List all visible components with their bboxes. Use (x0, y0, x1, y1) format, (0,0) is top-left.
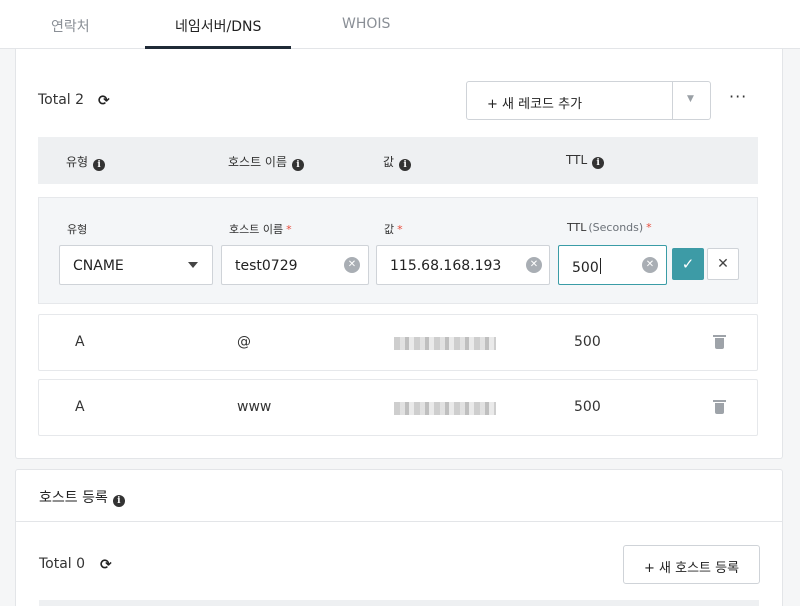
divider (16, 521, 782, 522)
refresh-icon[interactable]: ⟳ (98, 94, 112, 108)
host-input[interactable]: test0729 ✕ (221, 245, 369, 285)
trash-icon[interactable] (713, 400, 726, 414)
cancel-button[interactable]: ✕ (707, 248, 739, 280)
more-icon[interactable]: ··· (729, 89, 747, 105)
records-total: Total 2 (38, 92, 85, 108)
table-row: A www 500 (38, 379, 758, 436)
row-type: A (75, 334, 85, 350)
column-type: 유형 i (66, 153, 106, 171)
button-divider (672, 82, 673, 119)
add-host-label: + 새 호스트 등록 (644, 561, 740, 576)
chevron-down-icon (188, 262, 198, 268)
ttl-input[interactable]: 500 ✕ (558, 245, 667, 285)
record-edit-row: 유형 호스트 이름 * 값 * TTL (Seconds) * CNAME test07… (38, 197, 758, 304)
info-icon: i (592, 157, 605, 169)
info-icon: i (112, 495, 125, 507)
row-ttl: 500 (574, 399, 601, 415)
value-input-value: 115.68.168.193 (390, 258, 502, 274)
row-host: @ (237, 334, 251, 350)
ttl-field-label: TTL (Seconds) * (567, 221, 652, 234)
tab-contacts[interactable]: 연락처 (51, 16, 90, 36)
redacted-value (394, 402, 496, 415)
host-field-label: 호스트 이름 * (229, 223, 292, 236)
clear-icon[interactable]: ✕ (526, 257, 542, 273)
hosts-total: Total 0 (39, 556, 86, 572)
tab-nameserver-dns[interactable]: 네임서버/DNS (175, 16, 261, 36)
add-record-label: + 새 레코드 추가 (487, 97, 583, 112)
table-row: A @ 500 (38, 314, 758, 371)
type-field-label: 유형 (67, 223, 88, 236)
text-cursor (599, 258, 601, 274)
ttl-input-value: 500 (572, 258, 601, 276)
section-title: 호스트 등록 i (39, 487, 125, 507)
host-input-value: test0729 (235, 258, 298, 274)
clear-icon[interactable]: ✕ (344, 257, 360, 273)
info-icon: i (93, 159, 106, 171)
info-icon: i (399, 159, 412, 171)
tab-bar: 연락처 네임서버/DNS WHOIS (0, 0, 800, 49)
value-field-label: 값 * (384, 223, 403, 236)
type-select[interactable]: CNAME (59, 245, 213, 285)
tab-whois[interactable]: WHOIS (342, 16, 390, 32)
redacted-value (394, 337, 496, 350)
row-type: A (75, 399, 85, 415)
row-host: www (237, 399, 272, 415)
confirm-button[interactable]: ✓ (672, 248, 704, 280)
value-input[interactable]: 115.68.168.193 ✕ (376, 245, 550, 285)
hosts-table-header (39, 600, 759, 606)
row-ttl: 500 (574, 334, 601, 350)
check-icon: ✓ (681, 255, 695, 273)
add-host-button[interactable]: + 새 호스트 등록 (623, 545, 760, 584)
type-select-value: CNAME (73, 258, 124, 274)
clear-icon[interactable]: ✕ (642, 257, 658, 273)
info-icon: i (292, 159, 305, 171)
column-ttl: TTL i (566, 153, 605, 169)
add-record-button[interactable]: + 새 레코드 추가 ▼ (466, 81, 711, 120)
close-icon: ✕ (717, 256, 729, 272)
refresh-icon[interactable]: ⟳ (100, 558, 114, 572)
trash-icon[interactable] (713, 335, 726, 349)
host-registration-card: 호스트 등록 i Total 0 ⟳ + 새 호스트 등록 (15, 469, 783, 606)
records-table-header: 유형 i 호스트 이름 i 값i TTL i (38, 137, 758, 184)
column-host: 호스트 이름 i (228, 153, 305, 171)
column-value: 값i (383, 153, 412, 171)
chevron-down-icon[interactable]: ▼ (687, 94, 694, 104)
